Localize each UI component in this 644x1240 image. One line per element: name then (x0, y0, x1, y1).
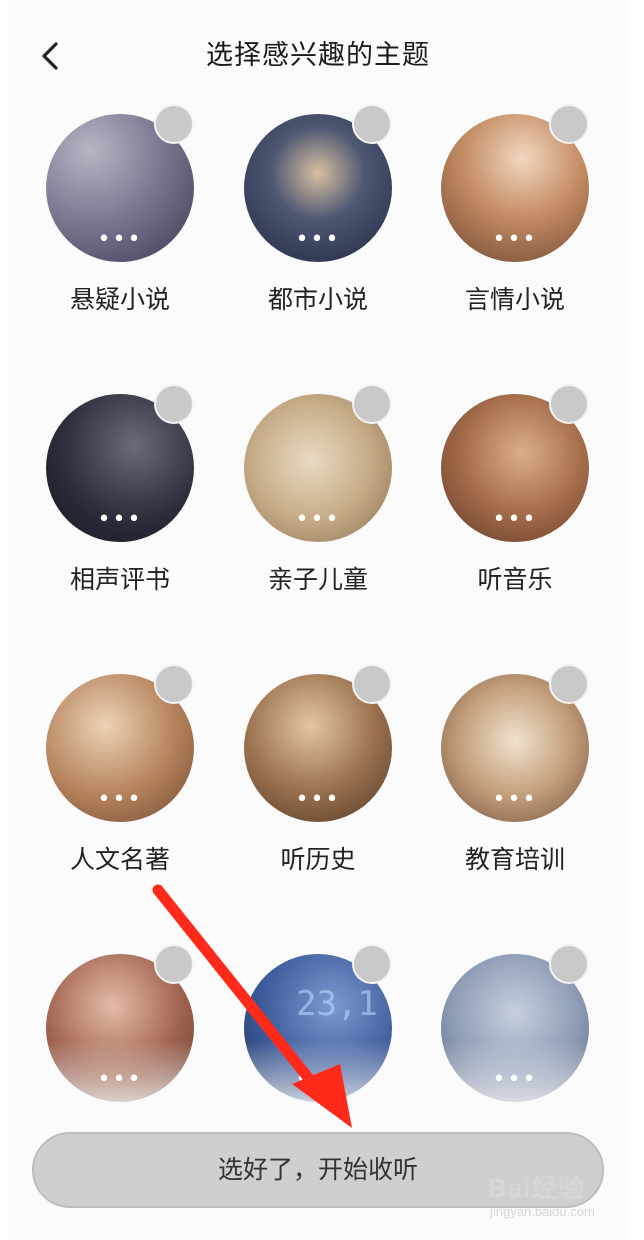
select-checkbox[interactable] (154, 104, 194, 144)
more-icon: ••• (492, 227, 538, 252)
topic-label: 人文名著 (69, 845, 170, 874)
topic-item[interactable]: ••• 教育培训 (417, 664, 613, 904)
topic-picker-page: 选择感兴趣的主题 ••• 悬疑小说 ••• 都市小说 ••• 言情小说 ••• 相声评书 •••… (8, 0, 628, 1240)
more-icon: ••• (295, 227, 341, 252)
topic-item[interactable]: ••• 悬疑小说 (22, 104, 218, 344)
topic-item[interactable]: ••• 人文名著 (22, 664, 218, 904)
topic-item[interactable]: ••• 相声评书 (22, 384, 218, 624)
topic-item[interactable]: ••• 听音乐 (417, 384, 613, 624)
topic-label: 言情小说 (464, 285, 565, 314)
more-icon: ••• (97, 787, 143, 812)
topic-label: 悬疑小说 (69, 285, 170, 314)
select-checkbox[interactable] (549, 944, 589, 984)
more-icon: ••• (97, 227, 143, 252)
select-checkbox[interactable] (154, 384, 194, 424)
select-checkbox[interactable] (154, 664, 194, 704)
topic-label: 相声评书 (69, 565, 170, 594)
select-checkbox[interactable] (549, 384, 589, 424)
topic-label: 听音乐 (477, 565, 553, 594)
topic-item[interactable]: ••• 言情小说 (417, 104, 613, 344)
topic-label: 亲子儿童 (267, 565, 368, 594)
topic-item[interactable]: ••• 听历史 (220, 664, 416, 904)
select-checkbox[interactable] (352, 384, 392, 424)
select-checkbox[interactable] (352, 944, 392, 984)
topic-label: 教育培训 (464, 845, 565, 874)
topic-label: 都市小说 (267, 285, 368, 314)
select-checkbox[interactable] (352, 104, 392, 144)
more-icon: ••• (492, 507, 538, 532)
topic-label: 听历史 (280, 845, 356, 874)
thumbnail-overlay-text: 23,1 (296, 984, 378, 1024)
more-icon: ••• (97, 507, 143, 532)
more-icon: ••• (295, 787, 341, 812)
more-icon: ••• (295, 1067, 341, 1092)
select-checkbox[interactable] (154, 944, 194, 984)
topic-grid: ••• 悬疑小说 ••• 都市小说 ••• 言情小说 ••• 相声评书 ••• 亲子儿童 ••• 听音… (8, 0, 628, 1240)
select-checkbox[interactable] (549, 104, 589, 144)
topic-item[interactable]: ••• 亲子儿童 (220, 384, 416, 624)
more-icon: ••• (295, 507, 341, 532)
more-icon: ••• (97, 1067, 143, 1092)
more-icon: ••• (492, 787, 538, 812)
select-checkbox[interactable] (352, 664, 392, 704)
topic-item[interactable]: ••• 都市小说 (220, 104, 416, 344)
start-listening-button[interactable]: 选好了，开始收听 (32, 1132, 604, 1208)
select-checkbox[interactable] (549, 664, 589, 704)
more-icon: ••• (492, 1067, 538, 1092)
